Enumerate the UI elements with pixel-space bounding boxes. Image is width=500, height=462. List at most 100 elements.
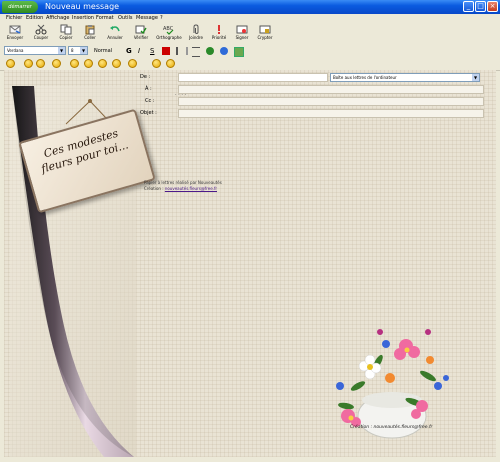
- smiley-icon[interactable]: [128, 59, 137, 68]
- chevron-down-icon: ▼: [80, 47, 87, 54]
- smiley-icon[interactable]: [84, 59, 93, 68]
- copy-icon: [60, 24, 72, 35]
- message-window: démarrer Nouveau message _ □ × Fichier E…: [0, 0, 500, 462]
- window-title: Nouveau message: [45, 2, 120, 11]
- cc-row: Cc :: [140, 97, 488, 106]
- undo-button[interactable]: Annuler: [104, 24, 126, 44]
- send-icon: [9, 25, 21, 34]
- insert-line-icon[interactable]: [206, 47, 214, 55]
- attach-icon: [193, 24, 199, 35]
- font-color-icon[interactable]: [162, 47, 170, 55]
- maximize-button[interactable]: □: [475, 1, 486, 12]
- cut-icon: [35, 24, 47, 35]
- check-names-button[interactable]: Vérifier: [130, 24, 152, 44]
- sign-label: Signer: [235, 35, 249, 40]
- chevron-down-icon: ▼: [58, 47, 65, 54]
- smiley-icon[interactable]: [152, 59, 161, 68]
- from-field[interactable]: [178, 73, 328, 82]
- from-row: De : Boîte aux lettres de l'ordinateur ▼: [140, 73, 488, 82]
- smiley-icon[interactable]: [6, 59, 15, 68]
- send-button[interactable]: Envoyer: [4, 24, 26, 44]
- italic-icon[interactable]: I: [138, 47, 146, 55]
- undo-icon: [110, 26, 120, 32]
- encrypt-label: Crypter: [257, 35, 273, 40]
- smiley-icon[interactable]: [70, 59, 79, 68]
- smiley-icon[interactable]: [112, 59, 121, 68]
- encrypt-icon: [259, 25, 271, 34]
- font-size-select[interactable]: 8 ▼: [68, 46, 88, 55]
- subject-field[interactable]: [178, 109, 484, 118]
- menu-edit[interactable]: Edition: [26, 14, 43, 23]
- menu-insert[interactable]: Insertion: [72, 14, 94, 23]
- link-icon[interactable]: [220, 47, 228, 55]
- paste-icon: [85, 25, 95, 35]
- smiley-icon[interactable]: [98, 59, 107, 68]
- paragraph-style[interactable]: Normal: [94, 47, 124, 55]
- to-label[interactable]: À :: [140, 85, 179, 94]
- close-button[interactable]: ×: [487, 1, 498, 12]
- chevron-down-icon: ▼: [472, 74, 479, 81]
- bullets-icon[interactable]: [176, 47, 188, 55]
- creator-link[interactable]: nouveautés.fleurs@free.fr: [165, 186, 217, 191]
- start-button[interactable]: démarrer: [2, 1, 38, 13]
- cc-label[interactable]: Cc :: [140, 97, 179, 106]
- encrypt-button[interactable]: Crypter: [254, 24, 276, 44]
- main-toolbar: Envoyer Couper Copier Coller Annuler Vér…: [0, 23, 500, 46]
- sign-button[interactable]: Signer: [232, 24, 252, 44]
- minimize-button[interactable]: _: [463, 1, 474, 12]
- message-line-2: Création : nouveautés.fleurs@free.fr: [144, 186, 217, 191]
- flower-bouquet-image: [336, 329, 449, 439]
- menu-file[interactable]: Fichier: [6, 14, 22, 23]
- underline-icon[interactable]: S: [150, 47, 158, 55]
- copy-label: Copier: [59, 35, 73, 40]
- font-name-value: Verdana: [7, 48, 24, 53]
- font-name-select[interactable]: Verdana ▼: [4, 46, 66, 55]
- smiley-icon[interactable]: [166, 59, 175, 68]
- title-bar[interactable]: démarrer Nouveau message _ □ ×: [0, 0, 500, 14]
- subject-label: Objet :: [140, 110, 157, 116]
- cut-button[interactable]: Couper: [30, 24, 52, 44]
- priority-icon: [218, 25, 220, 34]
- smiley-icon[interactable]: [52, 59, 61, 68]
- emoticon-bar: [0, 57, 500, 71]
- check-names-icon: [135, 25, 147, 35]
- to-field[interactable]: [178, 85, 484, 94]
- send-label: Envoyer: [6, 35, 24, 40]
- copy-button[interactable]: Copier: [56, 24, 76, 44]
- bold-icon[interactable]: G: [126, 47, 134, 55]
- menu-bar: Fichier Edition Affichage Insertion Form…: [0, 14, 500, 23]
- menu-help[interactable]: ?: [160, 14, 163, 23]
- smiley-icon[interactable]: [24, 59, 33, 68]
- check-names-label: Vérifier: [133, 35, 149, 40]
- undo-label: Annuler: [107, 35, 123, 40]
- account-select[interactable]: Boîte aux lettres de l'ordinateur ▼: [330, 73, 480, 82]
- priority-label: Priorité: [211, 35, 227, 40]
- align-left-icon[interactable]: [192, 47, 200, 57]
- message-body[interactable]: Papier à lettres réalisé par Nouveautés …: [144, 180, 222, 192]
- paste-button[interactable]: Coller: [80, 24, 100, 44]
- cursor-dots: . . . .: [175, 91, 187, 97]
- cc-field[interactable]: [178, 97, 484, 106]
- account-value: Boîte aux lettres de l'ordinateur: [333, 75, 397, 80]
- spelling-button[interactable]: ABC Orthographe: [156, 24, 182, 44]
- paste-label: Coller: [84, 35, 96, 40]
- insert-picture-icon[interactable]: [234, 47, 244, 57]
- from-label: De :: [140, 74, 151, 80]
- menu-format[interactable]: Format: [96, 14, 114, 23]
- priority-button[interactable]: Priorité: [208, 24, 230, 44]
- subject-row: Objet :: [140, 109, 488, 118]
- attach-button[interactable]: Joindre: [186, 24, 206, 44]
- sign-icon: [236, 25, 248, 34]
- menu-tools[interactable]: Outils: [118, 14, 132, 23]
- font-size-value: 8: [71, 48, 74, 53]
- message-header: De : Boîte aux lettres de l'ordinateur ▼…: [140, 73, 488, 120]
- spelling-icon: ABC: [163, 26, 174, 35]
- cut-label: Couper: [33, 35, 49, 40]
- to-row: À :: [140, 85, 488, 94]
- menu-message[interactable]: Message: [136, 14, 158, 23]
- smiley-icon[interactable]: [36, 59, 45, 68]
- spelling-label: Orthographe: [156, 35, 182, 40]
- creator-signature: Création : nouveautés.fleurs@free.fr: [350, 425, 433, 430]
- attach-label: Joindre: [189, 35, 203, 40]
- menu-view[interactable]: Affichage: [46, 14, 70, 23]
